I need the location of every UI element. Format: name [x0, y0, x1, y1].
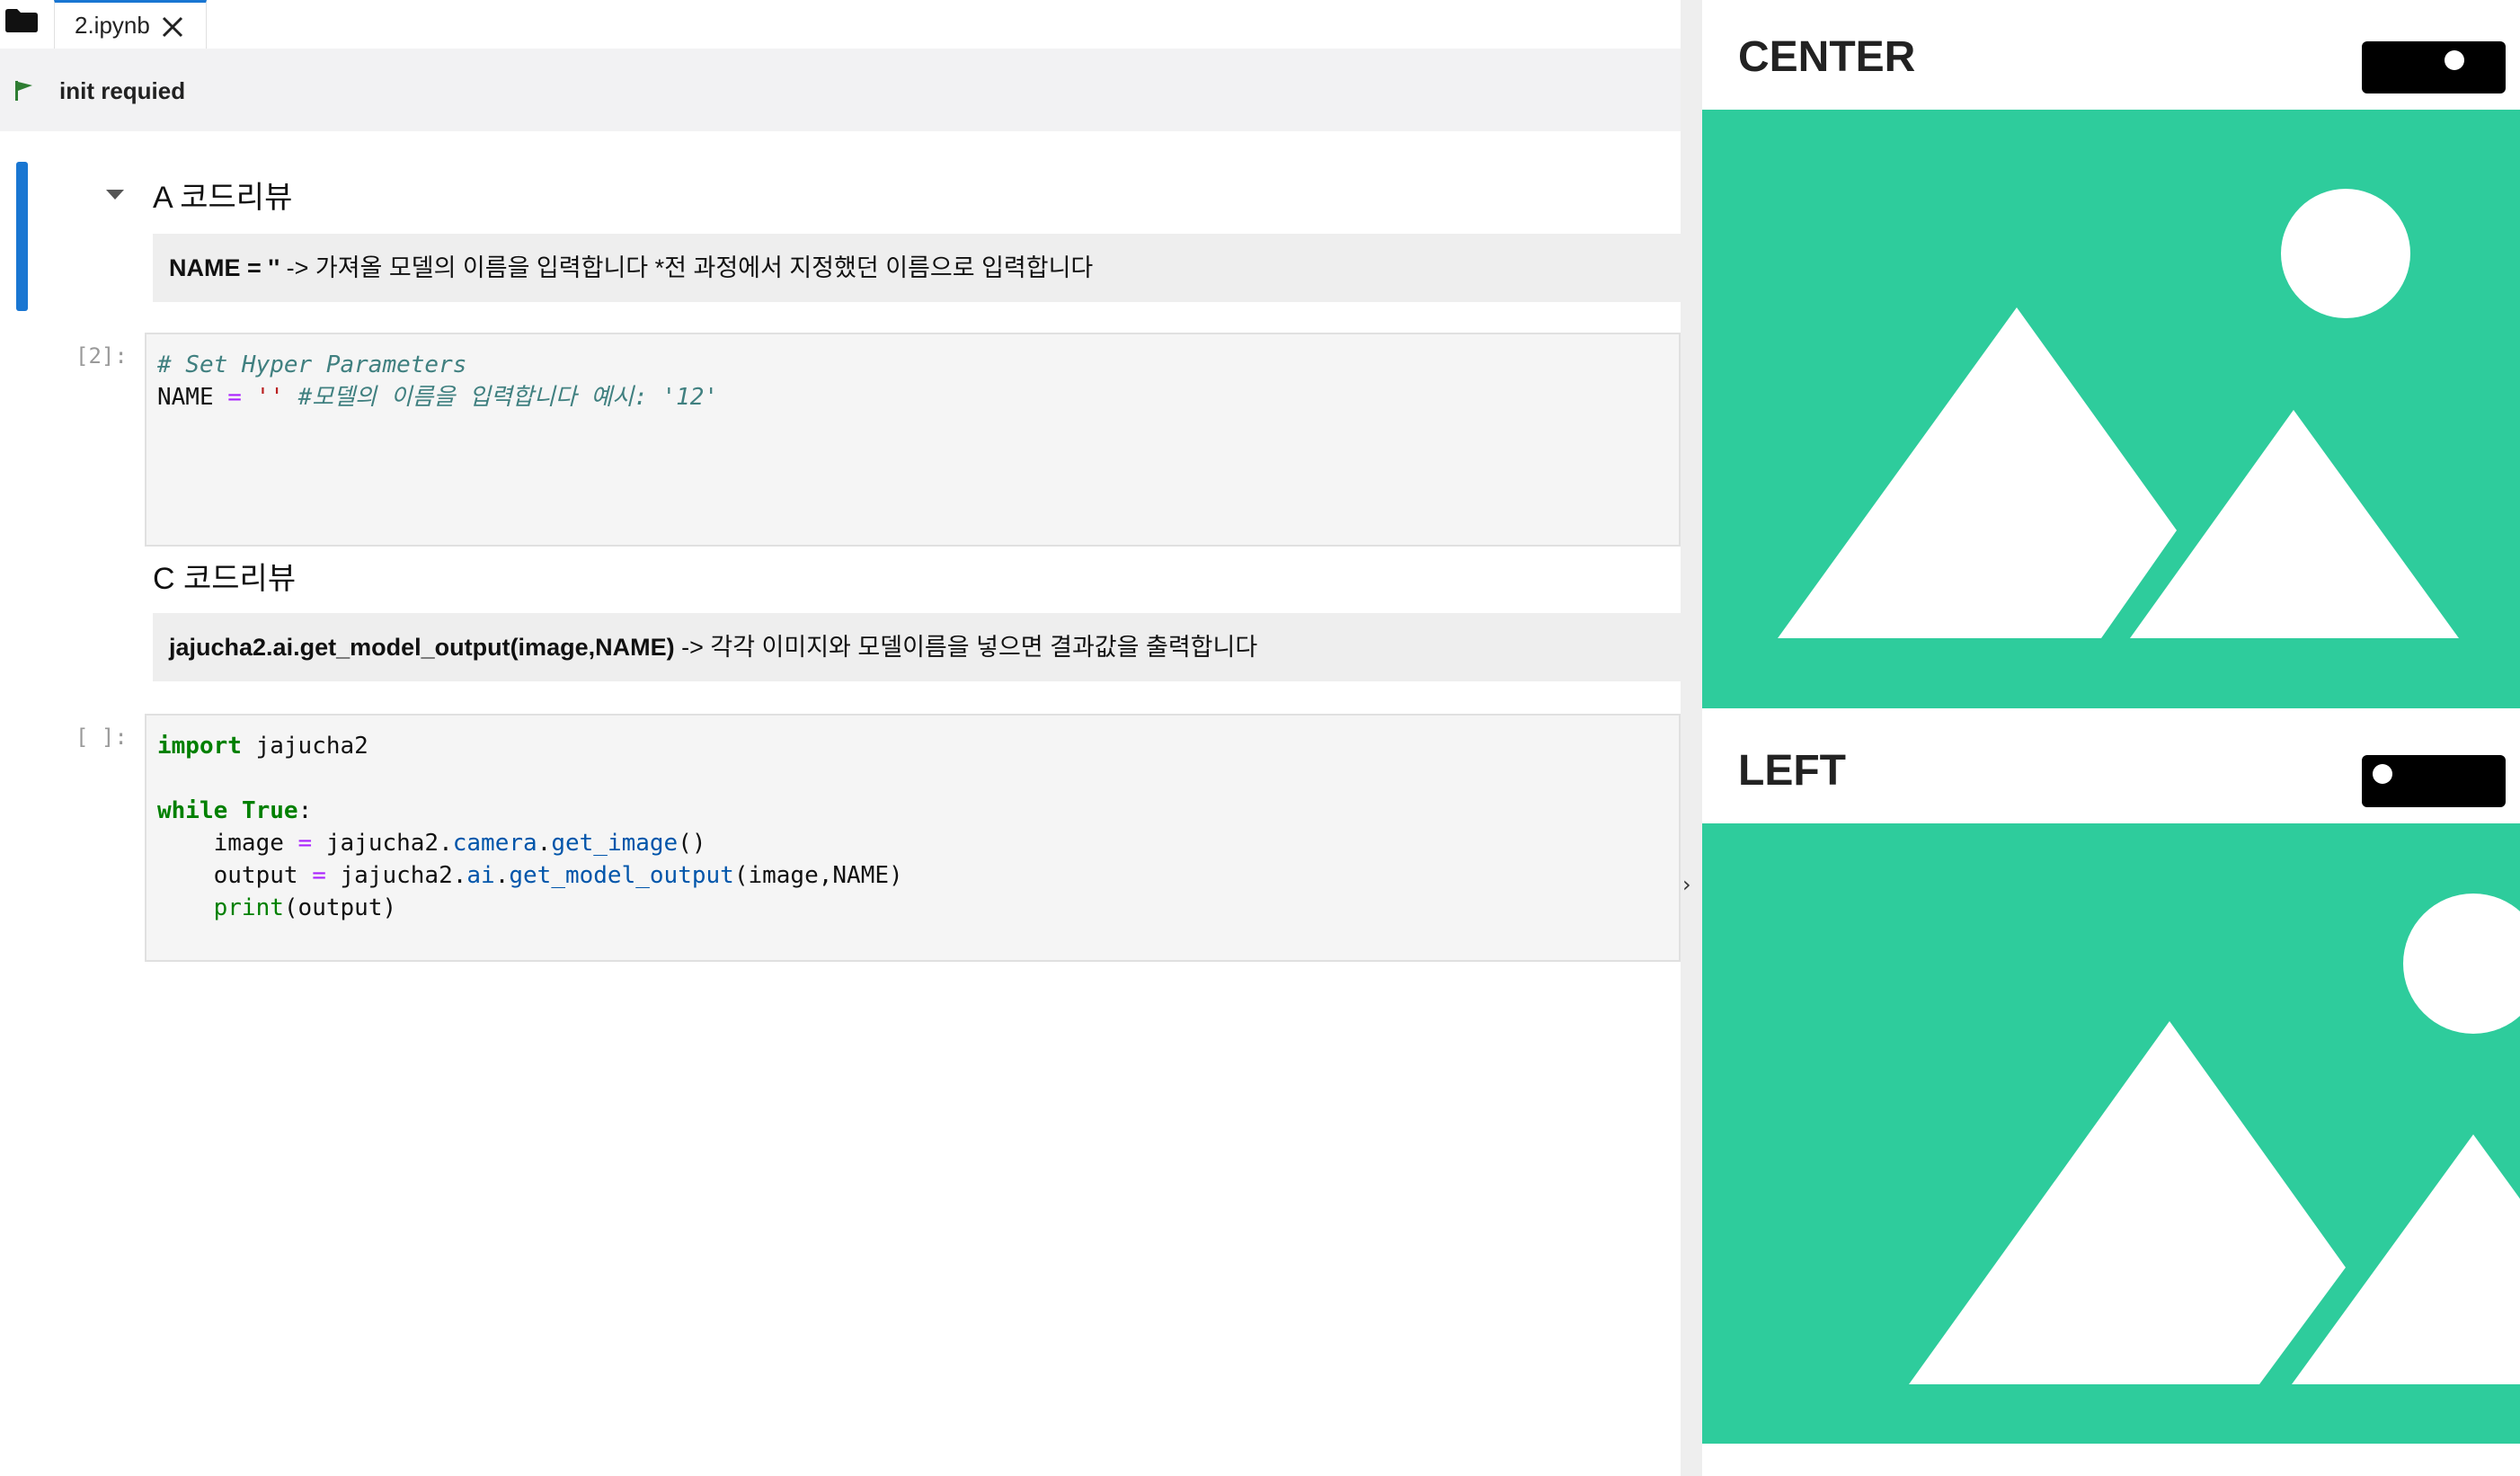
code-attribute: camera — [452, 830, 537, 857]
code-punct: (image,NAME) — [733, 862, 903, 889]
active-cell-indicator — [16, 162, 28, 311]
left-image-placeholder — [1702, 823, 2520, 1444]
section-a-note: NAME = '' -> 가져올 모델의 이름을 입력합니다 *전 과정에서 지… — [153, 234, 1681, 302]
code-identifier: output — [157, 862, 313, 889]
left-toggle-switch[interactable] — [2362, 755, 2506, 807]
cell-prompt: [ ]: — [75, 725, 128, 750]
code-builtin: print — [213, 894, 284, 921]
toolbar-status-label: init requied — [59, 77, 186, 104]
flag-icon — [15, 81, 32, 101]
panel-divider[interactable] — [1681, 0, 1702, 1476]
code-operator: = — [312, 862, 326, 889]
tab-label: 2.ipynb — [75, 12, 150, 39]
code-operator: = — [227, 384, 242, 411]
center-image-placeholder — [1702, 110, 2520, 708]
code-attribute: ai — [466, 862, 495, 889]
code-cell-hyper-parameters[interactable]: # Set Hyper Parameters NAME = '' #모델의 이름… — [145, 333, 1681, 547]
code-function: get_model_output — [509, 862, 734, 889]
code-punct: (output) — [283, 894, 397, 921]
image-placeholder-icon — [1702, 823, 2520, 1444]
image-placeholder-icon — [1702, 110, 2520, 708]
code-identifier: jajucha2. — [325, 862, 467, 889]
toggle-knob — [2373, 764, 2392, 784]
camera-panel: CENTER LEFT — [1702, 0, 2520, 1476]
code-identifier: jajucha2 — [241, 733, 368, 760]
code-punct: () — [678, 830, 706, 857]
code-punct: . — [494, 862, 510, 889]
code-punct: : — [297, 797, 313, 824]
code-keyword: True — [241, 797, 298, 824]
center-title: CENTER — [1738, 33, 1916, 81]
section-c-heading: C 코드리뷰 — [153, 562, 297, 596]
code-comment: #모델의 이름을 입력합니다 예시: '12' — [297, 384, 719, 411]
note-text: -> 가져올 모델의 이름을 입력합니다 *전 과정에서 지정했던 이름으로 입… — [280, 254, 1094, 281]
close-icon[interactable] — [161, 15, 184, 39]
code-string: '' — [255, 384, 284, 411]
cell-prompt: [2]: — [75, 343, 128, 369]
code-identifier: jajucha2. — [312, 830, 453, 857]
code-cell-model-output[interactable]: import jajucha2 while True: image = jaju… — [145, 714, 1681, 962]
note-text: -> 각각 이미지와 모델이름을 넣으면 결과값을 출력합니다 — [674, 634, 1258, 661]
notebook-toolbar: init requied — [0, 49, 1681, 132]
code-comment: # Set Hyper Parameters — [157, 351, 467, 378]
tab-bar: 2.ipynb — [0, 0, 1681, 49]
collapse-caret-icon[interactable] — [104, 187, 126, 201]
left-title: LEFT — [1738, 747, 1846, 795]
tab-2-ipynb[interactable]: 2.ipynb — [54, 0, 207, 49]
code-keyword: while — [157, 797, 228, 824]
center-toggle-switch[interactable] — [2362, 41, 2506, 93]
code-identifier: image — [157, 830, 298, 857]
code-punct: . — [537, 830, 552, 857]
notebook-area: A 코드리뷰 NAME = '' -> 가져올 모델의 이름을 입력합니다 *전… — [0, 131, 1681, 1476]
folder-icon[interactable] — [5, 9, 38, 32]
section-a-heading: A 코드리뷰 — [153, 181, 293, 215]
code-keyword: import — [157, 733, 242, 760]
code-function: get_image — [551, 830, 679, 857]
toggle-knob — [2445, 50, 2464, 70]
code-operator: = — [297, 830, 313, 857]
note-code: NAME = '' — [169, 254, 280, 281]
section-c-note: jajucha2.ai.get_model_output(image,NAME)… — [153, 613, 1681, 681]
expand-arrow-icon[interactable]: › — [1682, 872, 1691, 897]
note-code: jajucha2.ai.get_model_output(image,NAME) — [169, 634, 675, 661]
code-identifier: NAME — [157, 384, 214, 411]
